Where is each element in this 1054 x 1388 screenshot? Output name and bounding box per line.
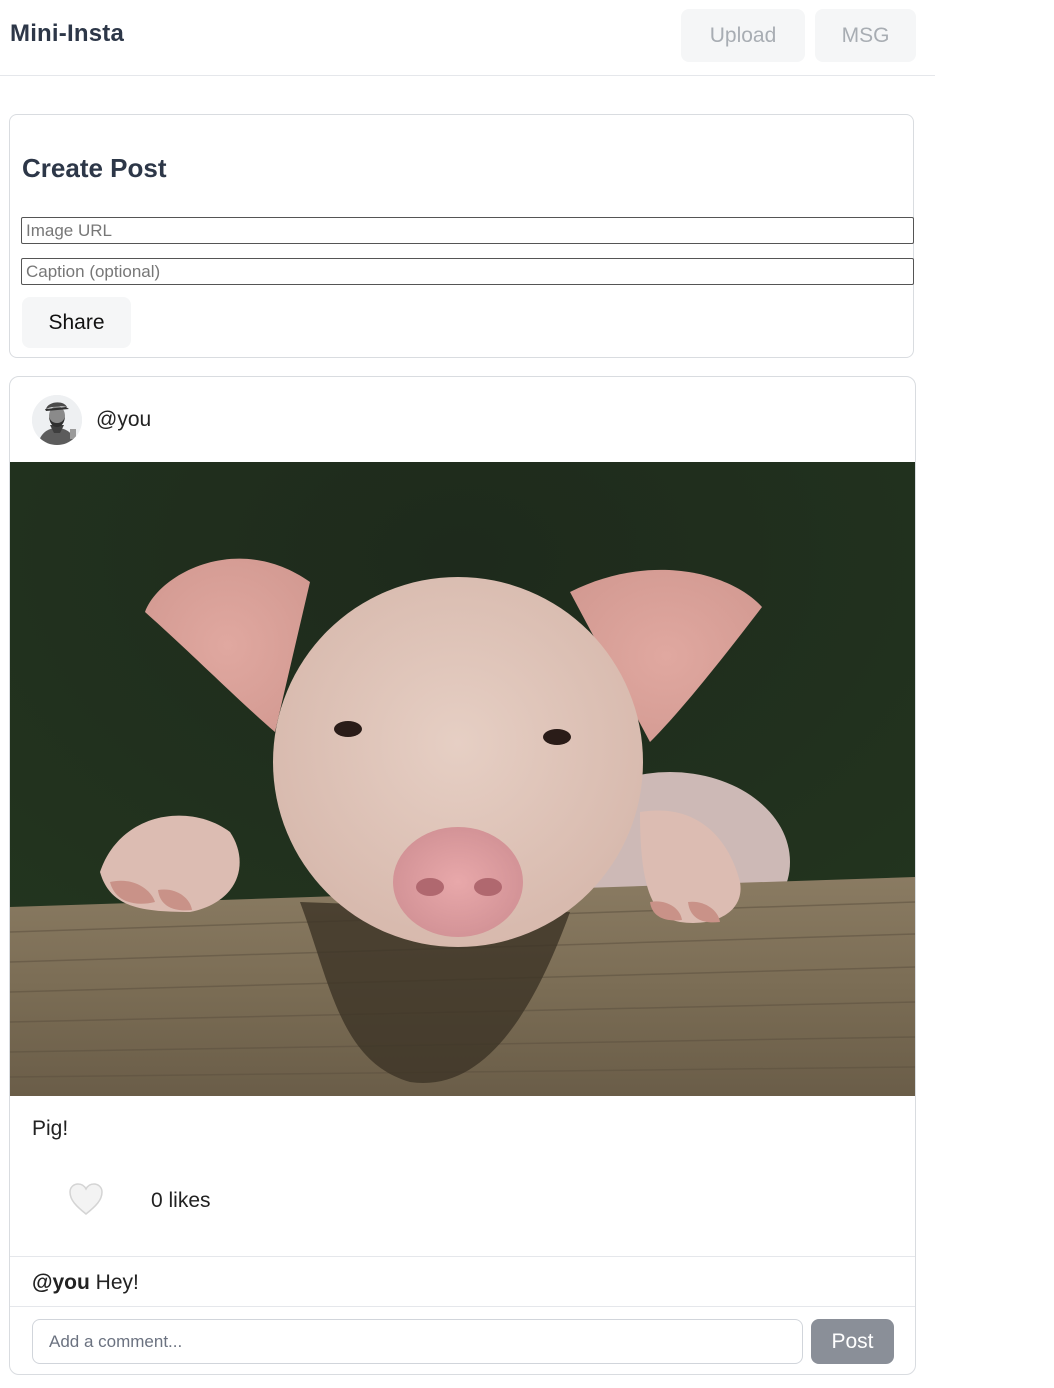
share-button[interactable]: Share: [22, 297, 131, 348]
comments-section: @you Hey!: [10, 1256, 915, 1307]
post-comment-button[interactable]: Post: [811, 1319, 894, 1364]
likes-count: 0 likes: [151, 1189, 211, 1212]
post-caption: Pig!: [32, 1117, 69, 1140]
comment-item: @you Hey!: [32, 1271, 139, 1295]
avatar[interactable]: [32, 395, 82, 445]
post-header: @you: [10, 377, 915, 462]
avatar-portrait-image: [32, 395, 82, 445]
comment-author[interactable]: @you: [32, 1271, 90, 1294]
image-url-input[interactable]: [21, 217, 914, 244]
comment-input[interactable]: [32, 1319, 803, 1364]
top-bar: Mini-Insta Upload MSG: [0, 0, 935, 76]
post-image: [10, 462, 915, 1096]
comment-text: Hey!: [95, 1271, 139, 1294]
caption-input[interactable]: [21, 258, 914, 285]
page: Mini-Insta Upload MSG Create Post Share: [0, 0, 1054, 1388]
create-post-title: Create Post: [22, 153, 167, 183]
post-author[interactable]: @you: [96, 408, 151, 432]
messages-button[interactable]: MSG: [815, 9, 916, 62]
create-post-card: Create Post Share: [9, 114, 914, 358]
like-button[interactable]: [68, 1182, 104, 1216]
app-brand[interactable]: Mini-Insta: [10, 20, 124, 48]
heart-icon: [69, 1183, 103, 1215]
comment-form: Post: [10, 1306, 915, 1374]
upload-button[interactable]: Upload: [681, 9, 805, 62]
post-card: @you Pig! 0 likes @you Hey! Add a commen…: [9, 376, 916, 1375]
